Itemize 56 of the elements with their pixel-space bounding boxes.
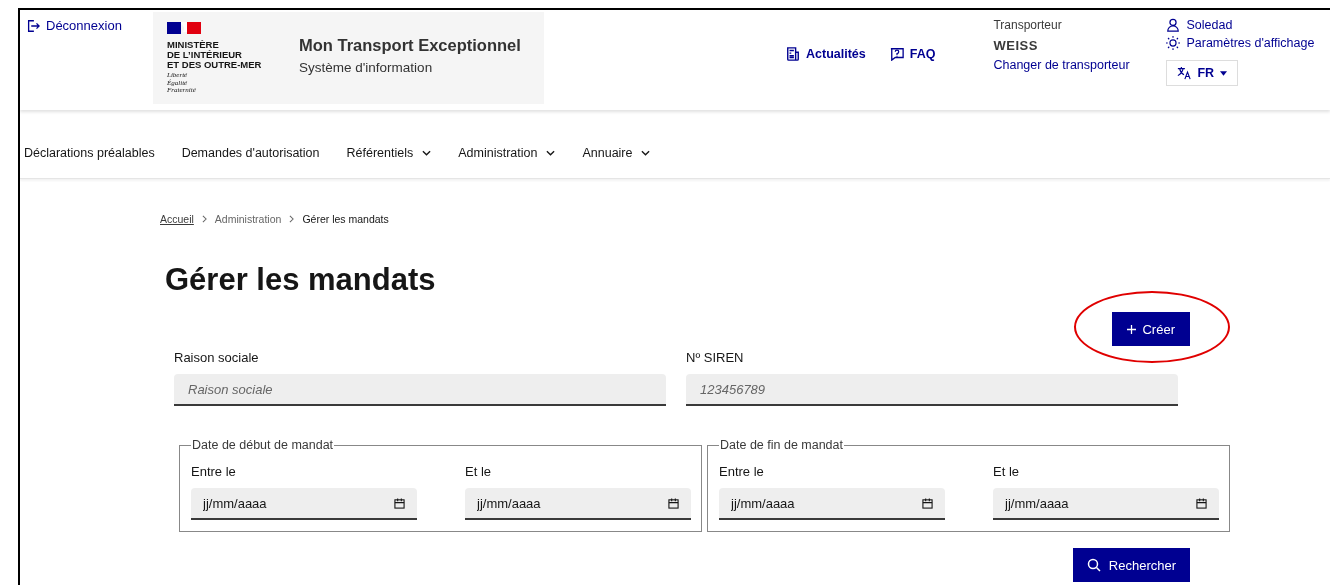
breadcrumb-current: Gérer les mandats	[302, 213, 389, 225]
date-field[interactable]: jj/mm/aaaa	[993, 488, 1219, 520]
logout-icon	[26, 18, 40, 33]
caret-icon	[1220, 70, 1228, 76]
chevron-down-icon	[422, 150, 432, 156]
ministry-name: MINISTÈRE DE L’INTÉRIEUR ET DES OUTRE-MER	[167, 40, 263, 70]
carrier-name: WEISS	[993, 38, 1039, 53]
site-title: Mon Transport Exceptionnel	[299, 36, 521, 55]
chevron-down-icon	[546, 150, 556, 156]
calendar-icon	[668, 498, 679, 509]
chevron-down-icon	[641, 150, 651, 156]
input-field[interactable]: Raison sociale	[174, 374, 666, 406]
chevron-right-icon	[201, 215, 207, 223]
logout-link[interactable]: Déconnexion	[26, 18, 153, 33]
site-subtitle: Système d'information	[299, 60, 434, 75]
input-field[interactable]: 123456789	[686, 374, 1178, 406]
user-icon	[1166, 18, 1181, 32]
calendar-icon	[922, 498, 933, 509]
fieldset-legend: Date de début de mandat	[191, 438, 335, 452]
date-field[interactable]: jj/mm/aaaa	[191, 488, 417, 520]
breadcrumb-link[interactable]: Administration	[214, 213, 282, 225]
user-link[interactable]: Soledad	[1166, 18, 1233, 32]
page-title: Gérer les mandats	[165, 262, 436, 299]
nav-item[interactable]: Déclarations préalables	[24, 144, 155, 162]
display-settings-link[interactable]: Paramètres d'affichage	[1166, 36, 1315, 50]
field-label: Nº SIREN	[686, 350, 745, 365]
news-link[interactable]: Actualités	[786, 47, 866, 61]
carrier-label: Transporteur	[993, 18, 1063, 32]
field-label: Entre le	[719, 464, 765, 479]
search-button[interactable]: Rechercher	[1072, 548, 1190, 582]
newspaper-icon	[786, 47, 800, 61]
create-button[interactable]: Créer	[1112, 312, 1190, 346]
translate-icon	[1177, 66, 1192, 80]
breadcrumb-link[interactable]: Accueil	[160, 213, 194, 225]
field-label: Et le	[993, 464, 1020, 479]
nav-item[interactable]: Référentiels	[346, 144, 432, 162]
flag-logo-icon	[167, 22, 201, 34]
field-label: Raison sociale	[174, 350, 260, 365]
calendar-icon	[1196, 498, 1207, 509]
question-icon	[889, 47, 904, 61]
calendar-icon	[394, 498, 405, 509]
nav-item[interactable]: Annuaire	[582, 144, 651, 162]
nav-item[interactable]: Demandes d'autorisation	[181, 144, 320, 162]
language-selector[interactable]: FR	[1166, 60, 1239, 86]
field-label: Entre le	[191, 464, 237, 479]
nav-item[interactable]: Administration	[458, 144, 556, 162]
change-carrier-link[interactable]: Changer de transporteur	[993, 58, 1154, 72]
sun-icon	[1166, 36, 1181, 50]
date-field[interactable]: jj/mm/aaaa	[719, 488, 945, 520]
search-icon	[1086, 558, 1101, 572]
chevron-right-icon	[289, 215, 295, 223]
plus-icon	[1127, 324, 1137, 334]
field-label: Et le	[465, 464, 492, 479]
fieldset-legend: Date de fin de mandat	[719, 438, 844, 452]
faq-link[interactable]: FAQ	[889, 47, 936, 61]
date-field[interactable]: jj/mm/aaaa	[465, 488, 691, 520]
